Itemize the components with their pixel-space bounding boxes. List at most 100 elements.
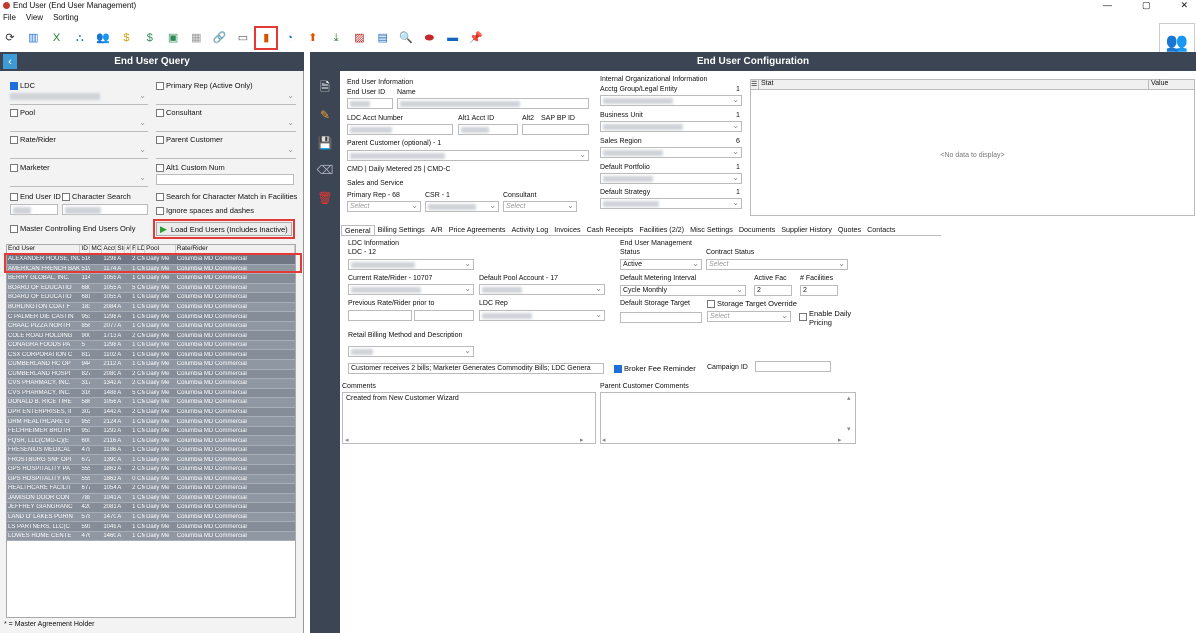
storage-override-checkbox[interactable]: [707, 299, 715, 308]
id-card-icon[interactable]: ▭: [235, 30, 251, 46]
default-pool-select[interactable]: [479, 284, 605, 295]
marketer-filter[interactable]: Marketer: [10, 163, 50, 172]
stat-column-header[interactable]: Stat: [759, 80, 1149, 89]
default-portfolio-select[interactable]: [600, 173, 742, 184]
stat-grid[interactable]: ☰ Stat Value <No data to display>: [750, 79, 1195, 216]
calendar-icon[interactable]: ▤: [375, 30, 391, 46]
default-strategy-select[interactable]: [600, 198, 742, 209]
table-row[interactable]: FROSTBURG SNF OPI67201390A1CMDaily MeCol…: [7, 455, 295, 466]
consultant-dropdown[interactable]: [156, 118, 296, 132]
menu-view[interactable]: View: [26, 13, 43, 24]
menu-file[interactable]: File: [3, 13, 16, 24]
value-column-header[interactable]: Value: [1149, 80, 1168, 89]
storage-target-input[interactable]: [620, 312, 702, 323]
table-row[interactable]: FECHHEIMER BROTH9531292A1CMDaily MeColum…: [7, 426, 295, 437]
money-icon[interactable]: $: [142, 30, 158, 46]
parent-customer-filter[interactable]: Parent Customer: [156, 135, 223, 144]
tab-facilities-2-2[interactable]: Facilities (2/2): [636, 225, 687, 235]
consultant-filter[interactable]: Consultant: [156, 108, 202, 117]
csr-select[interactable]: [425, 201, 499, 212]
table-row[interactable]: CUMBERLAND HC OP94472112A1CMDaily MeColu…: [7, 360, 295, 370]
primary-rep-dropdown[interactable]: [156, 91, 296, 105]
card-icon[interactable]: ▬: [445, 30, 461, 46]
primary-rep-checkbox[interactable]: [156, 81, 164, 90]
parent-customer-select[interactable]: [347, 150, 589, 161]
table-row[interactable]: GPS HOSPITALITY PA55551863A2CMDaily MeCo…: [7, 465, 295, 475]
table-row[interactable]: CONAGRA FOODS PA51298A1CMDaily MeColumbi…: [7, 340, 295, 351]
character-search-checkbox[interactable]: [62, 192, 70, 201]
table-row[interactable]: DONALD B. RICE TIRE58661056A1CMDaily MeC…: [7, 398, 295, 408]
table-row[interactable]: DPR ENTERPRISES, II30231442A2CMDaily MeC…: [7, 407, 295, 418]
table-row[interactable]: CUMBERLAND HOSPI82772080A2CMDaily MeColu…: [7, 369, 295, 380]
flame-icon[interactable]: ◔: [282, 30, 298, 46]
marketer-checkbox[interactable]: [10, 163, 18, 172]
parent-comments-textarea[interactable]: [600, 392, 856, 444]
tab-activity-log[interactable]: Activity Log: [508, 225, 551, 235]
tab-misc-settings[interactable]: Misc Settings: [687, 225, 736, 235]
table-row[interactable]: CVS PHARMACY, INC.3161488A5CMDaily MeCol…: [7, 388, 295, 399]
consultant-checkbox[interactable]: [156, 108, 164, 117]
zoom-icon[interactable]: 🔍: [398, 30, 414, 46]
table-row[interactable]: BOARD OF EDUCATIO6801055A5CMDaily MeColu…: [7, 283, 295, 294]
table-row[interactable]: CVS PHARMACY, INC.3171342A2CMDaily MeCol…: [7, 379, 295, 389]
rate-rider-checkbox[interactable]: [10, 135, 18, 144]
table-row[interactable]: DRM HEALTHCARE O95572124A1CMDaily MeColu…: [7, 417, 295, 427]
pool-dropdown[interactable]: [10, 118, 148, 132]
table-row[interactable]: BOARD OF EDUCATIO6811055A17CMDaily MeCol…: [7, 293, 295, 303]
table-row[interactable]: FRESENIUS MEDICAL47861186A1CMDaily MeCol…: [7, 445, 295, 456]
new-document-icon[interactable]: 🗎: [317, 80, 333, 96]
org-chart-icon[interactable]: ⛬: [72, 30, 88, 46]
rate-rider-dropdown[interactable]: [10, 145, 148, 159]
delete-trash-icon[interactable]: 🗑: [317, 190, 333, 206]
billing-method-select[interactable]: [348, 346, 474, 357]
tab-quotes[interactable]: Quotes: [835, 225, 864, 235]
link-icon[interactable]: 🔗: [212, 30, 228, 46]
menu-sorting[interactable]: Sorting: [53, 13, 78, 24]
back-arrow-icon[interactable]: ‹: [3, 54, 17, 69]
table-row[interactable]: HEALTHCARE FACILIT67771054A2CMDaily MeCo…: [7, 484, 295, 494]
table-row[interactable]: FQSR, LLC(CMD-C)(E60002116A1CMDaily MeCo…: [7, 436, 295, 446]
parent-scroll-right-icon[interactable]: ▸: [838, 436, 842, 444]
name-input[interactable]: [397, 98, 589, 109]
table-row[interactable]: BERRY GLOBAL, INC.11411055A1CMDaily MeCo…: [7, 274, 295, 284]
maximize-button[interactable]: ▢: [1142, 0, 1151, 11]
primary-rep-filter[interactable]: Primary Rep (Active Only): [156, 81, 253, 90]
scroll-right-icon[interactable]: ▸: [580, 436, 584, 444]
table-row[interactable]: LS PARTNERS, LLC(C59101049A1CMDaily MeCo…: [7, 522, 295, 532]
parent-customer-dropdown[interactable]: [156, 145, 296, 159]
char-match-facilities-filter[interactable]: Search for Character Match in Facilities: [156, 192, 297, 201]
building-icon[interactable]: ▮: [254, 26, 279, 50]
group-icon[interactable]: 👥: [95, 30, 111, 46]
scroll-up-icon[interactable]: ▴: [847, 394, 851, 402]
parent-customer-checkbox[interactable]: [156, 135, 164, 144]
parent-scroll-left-icon[interactable]: ◂: [602, 436, 606, 444]
eu-id-input[interactable]: [347, 98, 393, 109]
table-row[interactable]: C PALMER DIE CASTIN9531298A1CMDaily MeCo…: [7, 312, 295, 322]
ldc-select[interactable]: [348, 259, 474, 270]
acctg-group-select[interactable]: [600, 95, 742, 106]
up-arrow-icon[interactable]: ⬆: [305, 30, 321, 46]
ldc-filter[interactable]: LDC: [10, 81, 35, 90]
ignore-spaces-checkbox[interactable]: [156, 206, 164, 215]
table-row[interactable]: COLE ROAD HOLDING90091713A2CMDaily MeCol…: [7, 331, 295, 341]
sales-region-select[interactable]: [600, 147, 742, 158]
excel-icon[interactable]: X: [49, 30, 65, 46]
tab-supplier-history[interactable]: Supplier History: [778, 225, 835, 235]
person-money-icon[interactable]: ⤓: [328, 30, 344, 46]
ldc-dropdown[interactable]: [10, 91, 148, 105]
calendar-grid-icon[interactable]: ▦: [188, 30, 204, 46]
tab-price-agreements[interactable]: Price Agreements: [446, 225, 509, 235]
business-unit-select[interactable]: [600, 121, 742, 132]
contract-status-select[interactable]: Select: [706, 259, 848, 270]
active-fac-input[interactable]: 2: [754, 285, 792, 296]
tab-a-r[interactable]: A/R: [428, 225, 446, 235]
close-button[interactable]: ✕: [1180, 0, 1188, 11]
consultant-select[interactable]: Select: [503, 201, 577, 212]
previous-rate-input[interactable]: [348, 310, 412, 321]
storage-override-select[interactable]: Select: [707, 311, 791, 322]
num-facilities-input[interactable]: 2: [800, 285, 838, 296]
metering-interval-select[interactable]: Cycle Monthly: [620, 285, 746, 296]
previous-rate-date[interactable]: [414, 310, 474, 321]
tab-general[interactable]: General: [341, 225, 375, 235]
table-row[interactable]: LOWES HOME CENTE4761460A1CMDaily MeColum…: [7, 531, 295, 542]
